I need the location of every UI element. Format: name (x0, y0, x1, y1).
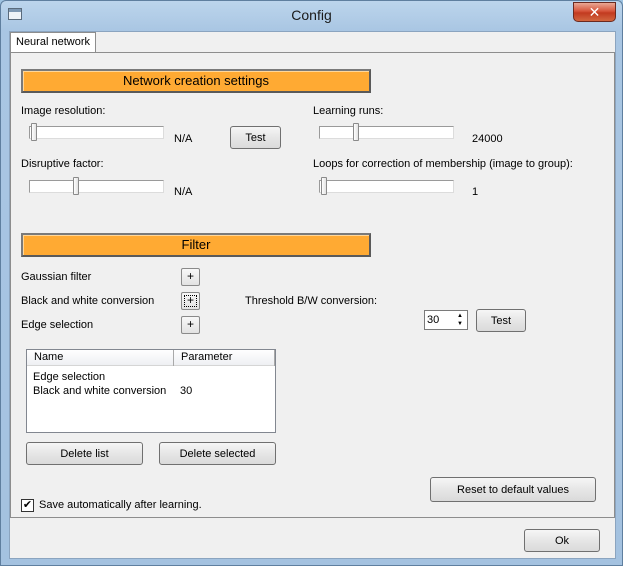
list-item-name: Black and white conversion (33, 385, 167, 397)
delete-selected-button[interactable]: Delete selected (159, 442, 276, 465)
add-bw-conversion-button[interactable]: + (181, 292, 200, 310)
spin-up-arrow-icon[interactable]: ▲ (454, 312, 466, 320)
loops-correction-value: 1 (472, 186, 479, 198)
image-resolution-slider-thumb[interactable] (31, 123, 37, 141)
image-resolution-slider[interactable] (29, 126, 164, 139)
image-resolution-test-button[interactable]: Test (230, 126, 281, 149)
add-gaussian-filter-button[interactable]: + (181, 268, 200, 286)
learning-runs-slider-thumb[interactable] (353, 123, 359, 141)
disruptive-factor-value: N/A (174, 186, 193, 198)
checkmark-icon: ✔ (22, 499, 33, 511)
list-item-name: Edge selection (33, 371, 106, 383)
spin-down-arrow-icon[interactable]: ▼ (454, 320, 466, 328)
bw-conversion-label: Black and white conversion (21, 295, 155, 307)
image-resolution-value: N/A (174, 133, 193, 145)
loops-correction-label: Loops for correction of membership (imag… (313, 158, 573, 170)
threshold-input[interactable] (427, 313, 453, 327)
column-separator[interactable] (274, 350, 275, 366)
gaussian-filter-label: Gaussian filter (21, 271, 92, 283)
tab-neural-network[interactable]: Neural network (10, 32, 96, 53)
plus-icon: + (186, 317, 194, 331)
plus-icon: + (186, 293, 194, 307)
close-icon: ✕ (588, 4, 601, 20)
threshold-label: Threshold B/W conversion: (245, 295, 378, 307)
learning-runs-value: 24000 (472, 133, 503, 145)
plus-icon: + (186, 269, 194, 283)
title-bar[interactable]: Config ✕ (1, 1, 622, 31)
reset-defaults-button[interactable]: Reset to default values (430, 477, 596, 502)
list-item[interactable]: Edge selection (27, 370, 275, 384)
filter-header: Filter (21, 233, 371, 257)
threshold-test-button[interactable]: Test (476, 309, 526, 332)
column-header-name[interactable]: Name (27, 350, 173, 366)
list-item[interactable]: Black and white conversion 30 (27, 384, 275, 398)
learning-runs-label: Learning runs: (313, 105, 384, 117)
loops-correction-slider[interactable] (319, 180, 454, 193)
disruptive-factor-label: Disruptive factor: (21, 158, 104, 170)
disruptive-factor-slider-thumb[interactable] (73, 177, 79, 195)
save-automatically-checkbox[interactable]: ✔ (21, 499, 34, 512)
loops-correction-slider-thumb[interactable] (321, 177, 327, 195)
threshold-spinner[interactable]: ▲ ▼ (424, 310, 468, 330)
column-header-parameter[interactable]: Parameter (174, 350, 274, 366)
edge-selection-label: Edge selection (21, 319, 94, 331)
neural-network-panel: Network creation settings Image resoluti… (10, 52, 615, 518)
add-edge-selection-button[interactable]: + (181, 316, 200, 334)
window-client-area: Neural network Network creation settings… (9, 31, 616, 559)
disruptive-factor-slider[interactable] (29, 180, 164, 193)
list-item-parameter: 30 (180, 385, 193, 397)
window-title: Config (291, 7, 332, 23)
delete-list-button[interactable]: Delete list (26, 442, 143, 465)
filter-list-header: Name Parameter (27, 350, 275, 366)
close-button[interactable]: ✕ (573, 2, 616, 22)
ok-button[interactable]: Ok (524, 529, 600, 552)
threshold-spin-buttons: ▲ ▼ (454, 312, 466, 328)
image-resolution-label: Image resolution: (21, 105, 106, 117)
save-automatically-label: Save automatically after learning. (39, 499, 202, 511)
config-window: Config ✕ Neural network Network creation… (0, 0, 623, 566)
filter-list[interactable]: Name Parameter Edge selection Black and … (26, 349, 276, 433)
network-creation-header: Network creation settings (21, 69, 371, 93)
learning-runs-slider[interactable] (319, 126, 454, 139)
